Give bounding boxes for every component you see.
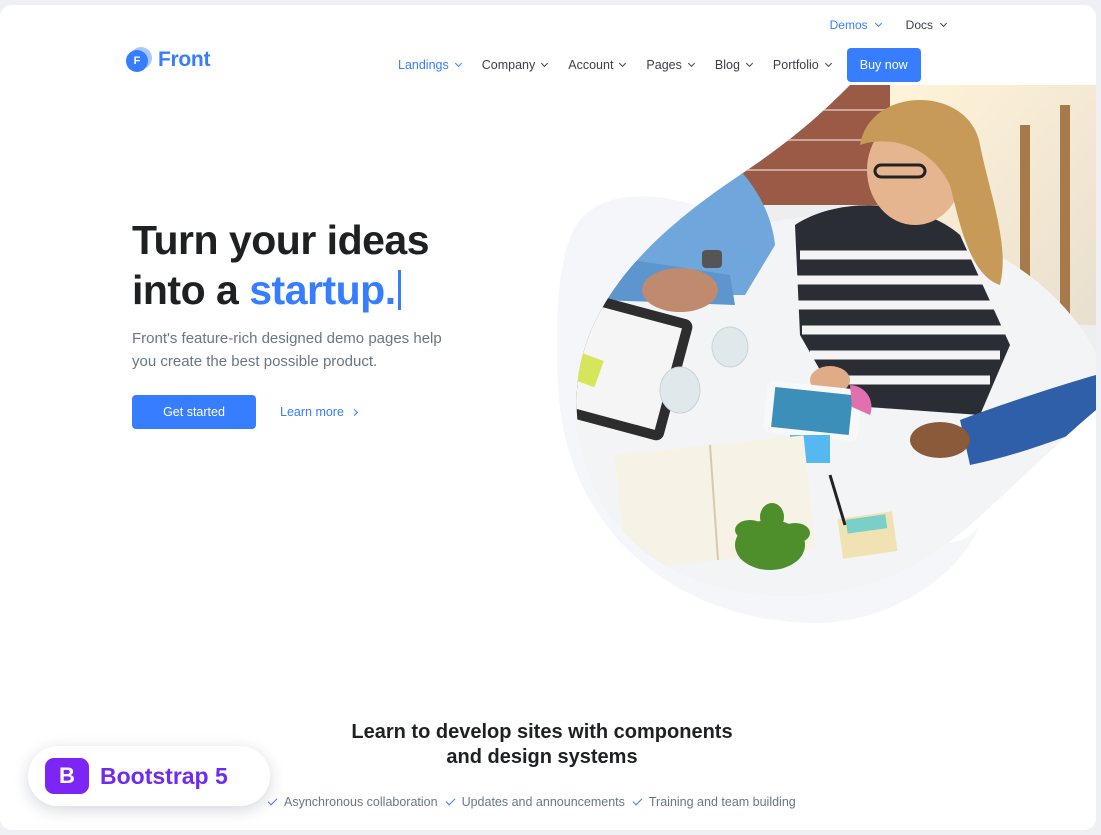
hero-image	[556, 85, 1096, 624]
check-icon	[267, 795, 278, 805]
nav-label: Company	[481, 58, 536, 72]
brand-name: Front	[158, 48, 211, 71]
main-nav: Landings Company Account Pages Blog Port…	[398, 48, 921, 82]
chevron-down-icon	[619, 59, 627, 68]
chevron-down-icon	[824, 59, 832, 68]
nav-item-company[interactable]: Company	[481, 58, 549, 72]
feature-list: Asynchronous collaboration Updates and a…	[267, 795, 796, 809]
feature-item: Updates and announcements	[445, 795, 625, 809]
topbar: Demos Docs	[829, 18, 948, 32]
hero-description: Front's feature-rich designed demo pages…	[132, 330, 442, 370]
chevron-down-icon	[541, 59, 549, 68]
chevron-down-icon	[874, 19, 882, 28]
feature-label: Training and team building	[648, 795, 796, 809]
topbar-docs-label: Docs	[905, 18, 933, 32]
nav-item-blog[interactable]: Blog	[714, 58, 753, 72]
chevron-down-icon	[939, 19, 948, 28]
hero-title: Turn your ideas into a startup.	[132, 215, 430, 315]
front-logo-icon: F	[126, 47, 152, 73]
hero-title-line1: Turn your ideas	[132, 217, 430, 263]
hero-title-accent: startup.	[249, 267, 396, 313]
topbar-docs[interactable]: Docs	[905, 18, 948, 32]
section-title-line2: and design systems	[446, 746, 638, 768]
bootstrap-badge: B Bootstrap 5	[28, 746, 270, 806]
get-started-button[interactable]: Get started	[132, 395, 256, 429]
feature-label: Asynchronous collaboration	[284, 795, 438, 809]
nav-label: Account	[568, 58, 614, 72]
nav-label: Pages	[646, 58, 682, 72]
brand-logo[interactable]: F Front	[126, 47, 210, 73]
hero-title-line2: into a	[132, 267, 239, 313]
page-card: Demos Docs F Front Landings Company Acco…	[0, 5, 1096, 830]
check-icon	[445, 795, 456, 805]
learn-more-link[interactable]: Learn more	[280, 405, 358, 419]
topbar-demos-label: Demos	[829, 18, 868, 32]
bootstrap-badge-label: Bootstrap 5	[100, 762, 228, 789]
learn-more-label: Learn more	[280, 405, 344, 419]
bootstrap-logo-icon: B	[45, 758, 89, 794]
chevron-down-icon	[745, 59, 753, 68]
nav-label: Portfolio	[772, 58, 819, 72]
text-caret	[397, 270, 401, 310]
topbar-demos[interactable]: Demos	[829, 18, 882, 32]
nav-item-landings[interactable]: Landings	[398, 58, 462, 72]
nav-label: Blog	[714, 58, 740, 72]
buy-now-button[interactable]: Buy now	[846, 48, 921, 82]
check-icon	[632, 795, 643, 805]
section-title-line1: Learn to develop sites with components	[351, 721, 733, 743]
feature-item: Training and team building	[632, 795, 796, 809]
chevron-down-icon	[687, 59, 695, 68]
chevron-down-icon	[454, 59, 462, 68]
nav-item-account[interactable]: Account	[568, 58, 627, 72]
feature-item: Asynchronous collaboration	[267, 795, 438, 809]
feature-label: Updates and announcements	[461, 795, 625, 809]
nav-label: Landings	[398, 58, 449, 72]
chevron-right-icon	[350, 408, 358, 416]
nav-item-portfolio[interactable]: Portfolio	[772, 58, 832, 72]
nav-item-pages[interactable]: Pages	[646, 58, 695, 72]
